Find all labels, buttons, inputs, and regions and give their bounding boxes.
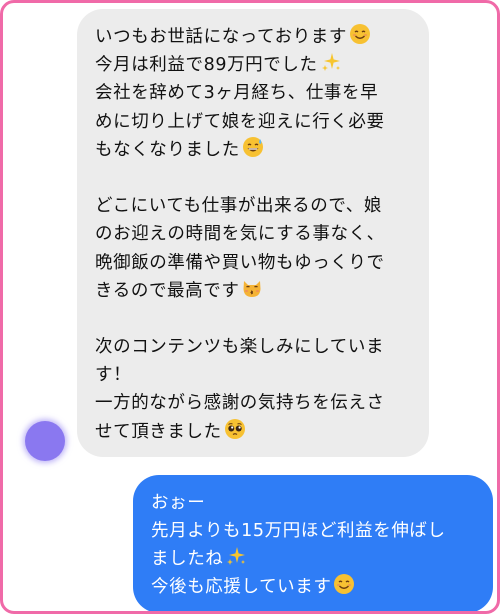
sender-avatar[interactable] [25, 421, 65, 461]
message-line: どこにいても仕事が出来るので、娘 [95, 196, 382, 217]
message-line: 今月は利益で89万円でした [95, 51, 415, 79]
message-line: 今後も応援しています [151, 573, 479, 601]
message-line: 会社を辞めて3ヶ月経ち、仕事を早 [95, 83, 379, 104]
sparkles-icon [321, 53, 340, 72]
message-line: 晩御飯の準備や買い物もゆっくりで [95, 252, 385, 273]
message-line: いつもお世話になっております [95, 23, 415, 51]
sparkles-icon [227, 547, 246, 565]
message-line: めに切り上げて娘を迎えに行く必要 [95, 111, 385, 132]
message-line: せて頂きました [95, 418, 415, 446]
pleading-face-icon [224, 418, 245, 439]
incoming-message-bubble: いつもお世話になっております 今月は利益で89万円でした 会社を辞めて3ヶ月経ち… [77, 9, 429, 457]
message-line: 一方的ながら感謝の気持ちを伝えさ [95, 393, 385, 414]
message-line: おぉー [151, 493, 206, 513]
grinning-sweat-icon [242, 136, 263, 157]
kissing-cat-icon [243, 280, 261, 297]
message-line: 先月よりも15万円ほど利益を伸ばし [151, 521, 446, 541]
message-line: もなくなりました [95, 136, 415, 164]
smiling-face-icon [350, 24, 370, 44]
message-line: 次のコンテンツも楽しみにしていま [95, 337, 385, 358]
outgoing-message-bubble: おぉー 先月よりも15万円ほど利益を伸ばし ましたね 今後も応援しています [133, 475, 493, 611]
message-line: きるので最高です [95, 277, 415, 305]
message-line: のお迎えの時間を気にする事なく、 [95, 224, 385, 245]
message-line: ましたね [151, 545, 479, 573]
chat-screenshot-frame: いつもお世話になっております 今月は利益で89万円でした 会社を辞めて3ヶ月経ち… [0, 0, 500, 614]
message-line: す！ [95, 365, 132, 386]
smiling-face-icon [334, 574, 355, 594]
